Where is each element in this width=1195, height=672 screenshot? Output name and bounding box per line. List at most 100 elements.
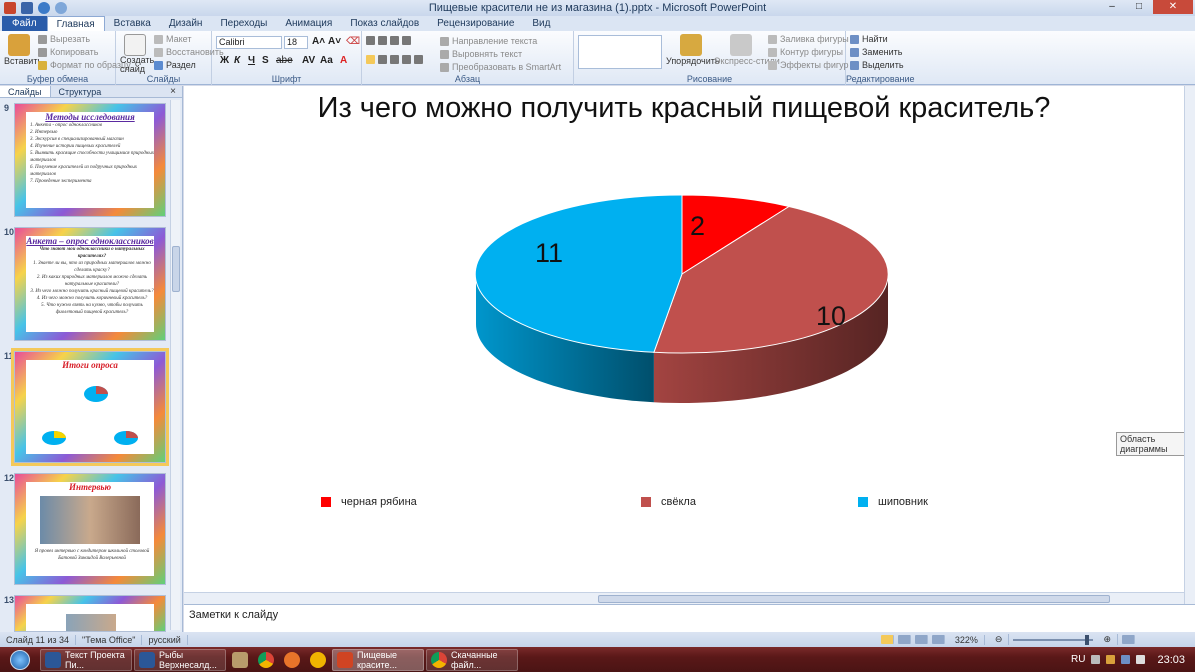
slide-thumb-11[interactable]: Итоги опроса (11, 348, 169, 466)
tab-file[interactable]: Файл (2, 16, 47, 31)
normal-view-icon[interactable] (880, 635, 894, 644)
grow-font-button[interactable]: A˄ (312, 36, 325, 47)
horizontal-scroll-thumb[interactable] (598, 595, 1110, 603)
tab-slides[interactable]: Слайды (0, 86, 51, 97)
clear-format-icon[interactable]: ⌫ (346, 36, 360, 47)
fit-window-icon[interactable] (1122, 635, 1135, 644)
theme-name[interactable]: "Тема Office" (76, 634, 143, 645)
taskbar-item-powerpoint[interactable]: Пищевые красите... (332, 648, 424, 671)
text-direction-label: Направление текста (452, 36, 538, 46)
reading-view-icon[interactable] (914, 635, 928, 644)
network-icon[interactable] (1121, 655, 1131, 664)
sorter-view-icon[interactable] (897, 635, 911, 644)
smartart-button[interactable]: Преобразовать в SmartArt (440, 62, 561, 72)
paste-button[interactable]: Вставить (4, 56, 42, 66)
text-direction-button[interactable]: Направление текста (440, 36, 537, 46)
bold-button[interactable]: Ж (220, 55, 229, 66)
tab-review[interactable]: Рецензирование (428, 16, 523, 31)
italic-button[interactable]: К (234, 55, 240, 66)
align-text-button[interactable]: Выровнять текст (440, 49, 522, 59)
taskbar-pin-paint[interactable] (228, 649, 252, 671)
justify-icon[interactable] (402, 55, 411, 64)
slideshow-view-icon[interactable] (931, 635, 945, 644)
zoom-slider[interactable] (1013, 634, 1094, 645)
shape-fill-button[interactable]: Заливка фигуры (768, 34, 849, 44)
slide-vertical-scrollbar[interactable] (1184, 86, 1195, 604)
find-button[interactable]: Найти (850, 34, 888, 44)
shape-effects-button[interactable]: Эффекты фигур (768, 60, 849, 70)
tab-transitions[interactable]: Переходы (211, 16, 276, 31)
taskbar-pin-app-orange[interactable] (280, 649, 304, 671)
shapes-gallery[interactable] (578, 35, 662, 69)
arrange-button[interactable]: Упорядочить (666, 56, 720, 66)
panel-scroll-thumb[interactable] (172, 246, 180, 292)
slide-thumb-13[interactable] (14, 595, 166, 632)
tab-insert[interactable]: Вставка (105, 16, 160, 31)
tab-animation[interactable]: Анимация (276, 16, 341, 31)
notes-pane[interactable]: Заметки к слайду (184, 604, 1195, 632)
slide-horizontal-scrollbar[interactable] (184, 592, 1184, 604)
maximize-button[interactable]: □ (1126, 0, 1152, 14)
copy-button[interactable]: Копировать (38, 47, 98, 57)
section-button[interactable]: Раздел (154, 60, 196, 70)
taskbar-item-word-2[interactable]: Рыбы Верхнесалд... (134, 648, 226, 671)
align-center-icon[interactable] (378, 55, 387, 64)
arrange-icon[interactable] (680, 34, 702, 56)
replace-icon (850, 47, 859, 57)
cut-button[interactable]: Вырезать (38, 34, 90, 44)
font-size-select[interactable]: 18 (284, 36, 308, 49)
new-slide-icon[interactable] (124, 34, 146, 56)
layout-button[interactable]: Макет (154, 34, 191, 44)
tab-slideshow[interactable]: Показ слайдов (341, 16, 428, 31)
zoom-in-icon[interactable]: ⊕ (1097, 634, 1118, 645)
clock[interactable]: 23:03 (1157, 654, 1185, 666)
taskbar-item-word-1[interactable]: Текст Проекта Пи... (40, 648, 132, 671)
zoom-slider-knob[interactable] (1085, 634, 1090, 645)
tray-icon[interactable] (1091, 655, 1101, 664)
language-indicator[interactable]: русский (142, 634, 188, 645)
replace-button[interactable]: Заменить (850, 47, 902, 57)
underline-button[interactable]: Ч (248, 55, 255, 66)
columns-icon[interactable] (414, 55, 423, 64)
tab-view[interactable]: Вид (523, 16, 559, 31)
bullets-button[interactable] (366, 36, 411, 45)
taskbar-pin-chrome[interactable] (254, 649, 278, 671)
pie-chart[interactable] (184, 86, 1184, 486)
select-button[interactable]: Выделить (850, 60, 904, 70)
paste-icon[interactable] (8, 34, 30, 56)
shrink-font-button[interactable]: A˅ (328, 36, 341, 47)
panel-scrollbar[interactable] (170, 100, 180, 630)
security-icon (310, 651, 326, 668)
font-color-button[interactable]: A (340, 55, 347, 66)
panel-close-icon[interactable]: × (170, 86, 176, 97)
taskbar-pin-app-yellow[interactable] (306, 649, 330, 671)
thumb-line: 3. Экскурсия в специализированный магази… (30, 137, 124, 142)
tab-design[interactable]: Дизайн (160, 16, 212, 31)
slide-thumb-10[interactable]: Анкета – опрос одноклассников Что знают … (14, 227, 166, 341)
align-right-icon[interactable] (390, 55, 399, 64)
spacing-button[interactable]: AV (302, 55, 315, 66)
close-button[interactable]: ✕ (1153, 0, 1193, 14)
tab-outline[interactable]: Структура (51, 86, 110, 97)
slide-canvas[interactable]: Из чего можно получить красный пищевой к… (184, 86, 1184, 592)
slide-thumb-9[interactable]: Методы исследования 1. Анкета - опрос од… (14, 103, 166, 217)
quick-styles-icon[interactable] (730, 34, 752, 56)
tab-home[interactable]: Главная (46, 16, 105, 31)
slide-thumb-12[interactable]: Интервью Я провел интервью с кондитером … (14, 473, 166, 585)
strikethrough-button[interactable]: abe (276, 55, 293, 66)
language-tray[interactable]: RU (1071, 654, 1085, 665)
shadow-button[interactable]: S (262, 55, 269, 66)
volume-icon[interactable] (1136, 655, 1146, 664)
zoom-level[interactable]: 322% (949, 634, 985, 645)
change-case-button[interactable]: Aa (320, 55, 333, 66)
new-slide-button[interactable]: Создать слайд (120, 56, 154, 74)
zoom-out-icon[interactable]: ⊖ (989, 634, 1010, 645)
taskbar-item-chrome[interactable]: Скачанные файл... (426, 648, 518, 671)
font-name-select[interactable]: Calibri (216, 36, 282, 49)
minimize-button[interactable]: – (1099, 0, 1125, 14)
shape-outline-button[interactable]: Контур фигуры (768, 47, 843, 57)
thumb-title: Анкета – опрос одноклассников (26, 236, 154, 246)
align-left-icon[interactable] (366, 55, 375, 64)
start-button[interactable] (0, 647, 40, 672)
tray-icon[interactable] (1106, 655, 1116, 664)
